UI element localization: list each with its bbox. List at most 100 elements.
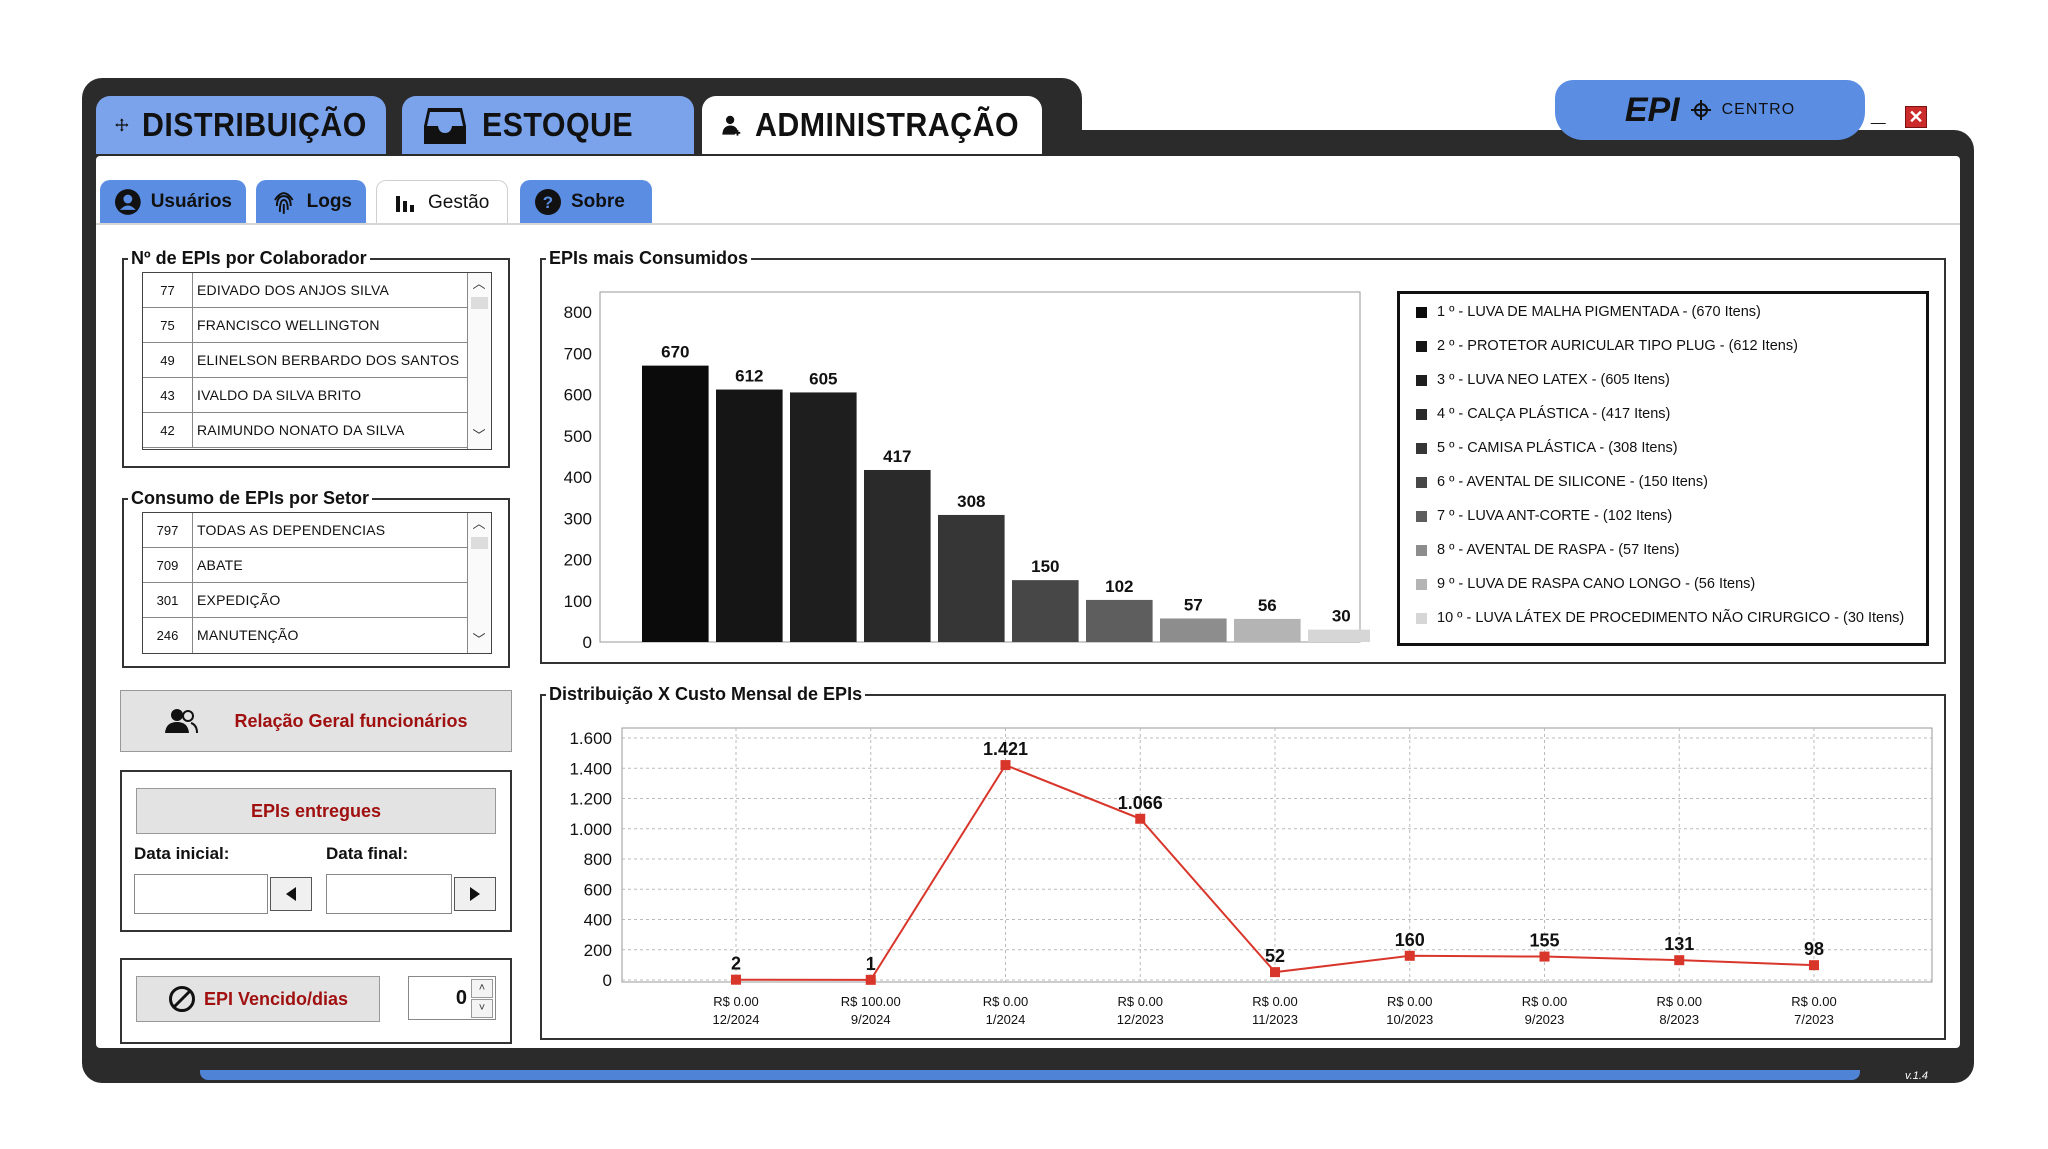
point-value-label: 52 (1265, 946, 1285, 966)
brand-centro: CENTRO (1721, 101, 1796, 118)
legend-entry: 3 º - LUVA NEO LATEX - (605 Itens) (1416, 372, 1670, 388)
scrollbar[interactable]: ︿ ﹀ (467, 513, 491, 653)
tab-administracao[interactable]: ADMINISTRAÇÃO (702, 96, 1042, 154)
tab-distribuicao[interactable]: DISTRIBUIÇÃO (96, 96, 386, 154)
subtab-gestao[interactable]: Gestão (376, 180, 508, 224)
relacao-geral-button[interactable]: Relação Geral funcionários (120, 690, 512, 752)
bar-chart-title: EPIs mais Consumidos (549, 248, 749, 268)
legend-label: 1 º - LUVA DE MALHA PIGMENTADA - (670 It… (1437, 304, 1761, 320)
subtab-label: Gestão (428, 191, 490, 213)
scroll-down-icon[interactable]: ﹀ (468, 425, 490, 447)
y-tick-label: 400 (564, 468, 592, 487)
point-value-label: 2 (731, 954, 741, 974)
stepper-up-icon[interactable]: ˄ (471, 979, 493, 998)
data-final-picker[interactable] (454, 877, 496, 911)
move-arrows-icon (115, 118, 129, 132)
list-item[interactable]: 77 EDIVADO DOS ANJOS SILVA (143, 273, 491, 308)
scroll-thumb[interactable] (471, 297, 488, 309)
x-tick-label: 7/2023 (1794, 1012, 1834, 1027)
scroll-thumb[interactable] (471, 537, 488, 549)
scrollbar[interactable]: ︿ ﹀ (467, 273, 491, 449)
legend-label: 3 º - LUVA NEO LATEX - (605 Itens) (1437, 372, 1670, 388)
legend-entry: 6 º - AVENTAL DE SILICONE - (150 Itens) (1416, 474, 1708, 490)
subtab-usuarios[interactable]: Usuários (100, 180, 246, 224)
point-value-label: 160 (1395, 930, 1425, 950)
bar-value-label: 612 (735, 367, 763, 386)
x-cost-label: R$ 0.00 (1387, 994, 1433, 1009)
scroll-up-icon[interactable]: ︿ (468, 513, 490, 535)
tab-estoque[interactable]: ESTOQUE (402, 96, 694, 154)
data-inicial-picker[interactable] (270, 877, 312, 911)
fingerprint-icon (274, 192, 294, 214)
svg-text:?: ? (543, 193, 553, 212)
minimize-button[interactable]: _ (1871, 99, 1893, 129)
epis-entregues-button[interactable]: EPIs entregues (136, 788, 496, 834)
setor-list[interactable]: 797 TODAS AS DEPENDENCIAS 709 ABATE 301 EXP… (142, 512, 492, 654)
x-cost-label: R$ 100.00 (841, 994, 901, 1009)
entregues-label: EPIs entregues (250, 800, 382, 821)
x-cost-label: R$ 0.00 (1522, 994, 1568, 1009)
list-item[interactable]: 75 FRANCISCO WELLINGTON (143, 308, 491, 343)
x-tick-label: 9/2024 (851, 1012, 891, 1027)
bar (938, 514, 1005, 642)
list-item[interactable]: 797 TODAS AS DEPENDENCIAS (143, 513, 491, 548)
data-point (1809, 960, 1819, 971)
y-tick-label: 0 (583, 633, 592, 652)
data-final-field[interactable] (326, 874, 452, 914)
help-circle-icon: ? (535, 189, 561, 215)
bar-value-label: 417 (883, 447, 911, 466)
list-item[interactable]: 709 ABATE (143, 548, 491, 583)
y-tick-label: 300 (564, 509, 592, 528)
list-item[interactable]: 42 RAIMUNDO NONATO DA SILVA (143, 413, 491, 448)
point-value-label: 1 (866, 954, 876, 974)
x-cost-label: R$ 0.00 (1252, 994, 1298, 1009)
stepper-down-icon[interactable]: ˅ (471, 999, 493, 1018)
subtab-sobre[interactable]: ? Sobre (520, 180, 652, 224)
colaborador-list[interactable]: 77 EDIVADO DOS ANJOS SILVA 75 FRANCISCO WE… (142, 272, 492, 450)
list-item[interactable]: 301 EXPEDIÇÃO (143, 583, 491, 618)
bar (1012, 580, 1079, 642)
bar (1308, 629, 1370, 642)
item-count: 49 (143, 343, 193, 377)
point-value-label: 131 (1664, 934, 1694, 954)
close-button[interactable]: ✕ (1905, 106, 1927, 128)
subtab-logs[interactable]: Logs (256, 180, 366, 224)
triangle-right-icon (470, 887, 480, 901)
list-item[interactable]: 246 MANUTENÇÃO (143, 618, 491, 653)
scroll-up-icon[interactable]: ︿ (468, 273, 490, 295)
data-inicial-label: Data inicial: (134, 844, 230, 863)
x-tick-label: 10/2023 (1386, 1012, 1433, 1027)
user-admin-icon (722, 115, 741, 136)
legend-label: 7 º - LUVA ANT-CORTE - (102 Itens) (1437, 508, 1673, 524)
item-name: EXPEDIÇÃO (197, 592, 281, 608)
y-tick-label: 500 (564, 427, 592, 446)
item-count: 797 (143, 513, 193, 547)
data-point (1270, 967, 1280, 978)
inbox-tray-icon (424, 108, 466, 144)
subtab-label: Sobre (571, 191, 625, 212)
list-item[interactable]: 43 IVALDO DA SILVA BRITO (143, 378, 491, 413)
item-name: TODAS AS DEPENDENCIAS (197, 522, 386, 538)
scroll-down-icon[interactable]: ﹀ (468, 629, 490, 651)
data-point (1135, 813, 1146, 824)
legend-swatch (1416, 340, 1427, 352)
data-inicial-field[interactable] (134, 874, 268, 914)
legend-entry: 4 º - CALÇA PLÁSTICA - (417 Itens) (1416, 406, 1670, 422)
point-value-label: 98 (1804, 939, 1824, 959)
list-item[interactable]: 49 ELINELSON BERBARDO DOS SANTOS (143, 343, 491, 378)
brand-epi: EPI (1624, 90, 1680, 129)
legend-swatch (1416, 544, 1427, 556)
x-tick-label: 12/2024 (713, 1012, 760, 1027)
colaborador-title: Nº de EPIs por Colaborador (131, 248, 367, 268)
crosshair-icon (1690, 100, 1711, 120)
legend-swatch (1416, 374, 1427, 386)
epi-vencido-button[interactable]: EPI Vencido/dias (136, 976, 380, 1022)
bar-value-label: 605 (809, 369, 837, 388)
bar-legend: 1 º - LUVA DE MALHA PIGMENTADA - (670 It… (1397, 291, 1929, 646)
item-name: RAIMUNDO NONATO DA SILVA (197, 422, 405, 438)
subtab-label: Usuários (150, 191, 232, 212)
dias-stepper[interactable]: 0 ˄ ˅ (408, 976, 496, 1020)
point-value-label: 1.421 (983, 739, 1028, 759)
legend-entry: 5 º - CAMISA PLÁSTICA - (308 Itens) (1416, 440, 1678, 456)
bar-value-label: 308 (957, 492, 985, 511)
